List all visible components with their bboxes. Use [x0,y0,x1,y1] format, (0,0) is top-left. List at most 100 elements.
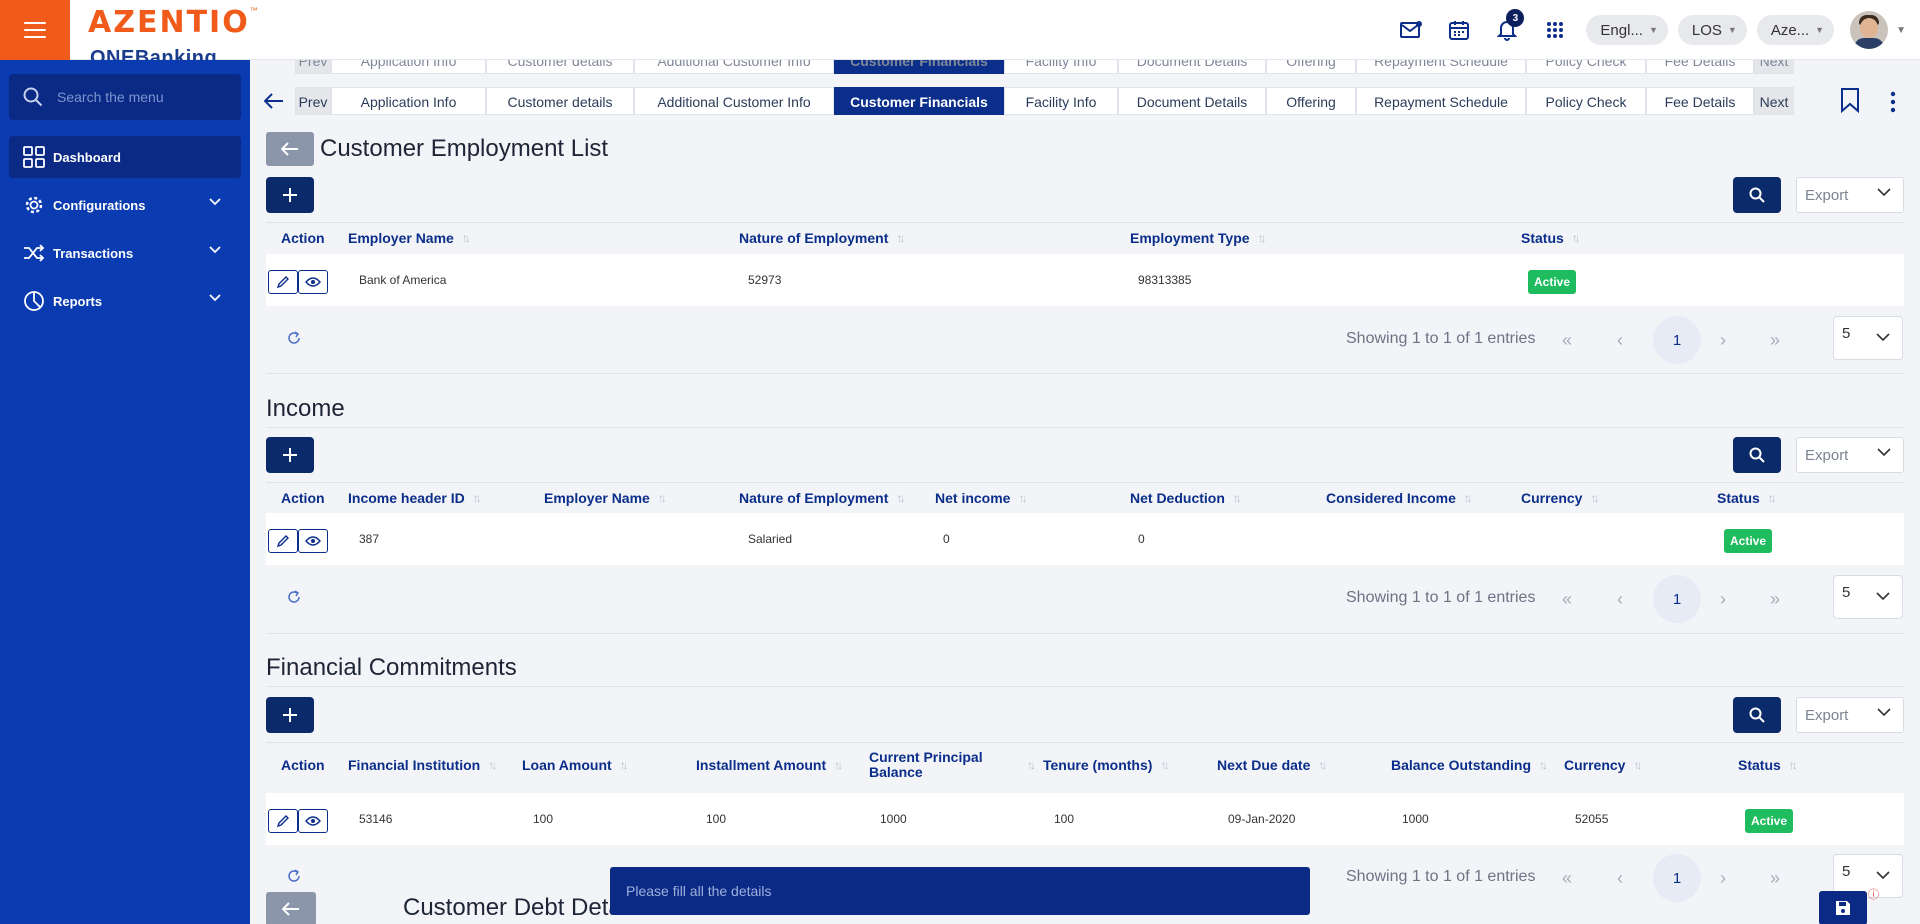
employment-search-button[interactable] [1733,177,1781,213]
current-page[interactable]: 1 [1653,316,1701,364]
edit-button[interactable] [268,270,298,294]
tab-offering[interactable]: Offering [1266,87,1356,115]
employment-export-select[interactable]: Export [1796,177,1904,213]
column-header[interactable]: Balance Outstanding ↑↓ [1391,743,1548,787]
edit-button[interactable] [268,529,298,553]
next-page-button[interactable]: › [1709,864,1737,892]
sidebar-item-transactions[interactable]: Transactions [9,232,241,274]
page-size-select[interactable]: 5 [1833,316,1903,360]
column-header[interactable]: Financial Institution ↑↓ [348,743,497,787]
avatar-caret-down-icon[interactable]: ▼ [1896,25,1906,36]
column-header[interactable]: Installment Amount ↑↓ [696,743,843,787]
back-button[interactable] [266,132,314,166]
view-button[interactable] [298,529,328,553]
first-page-button[interactable]: « [1553,585,1581,613]
prev-page-button[interactable]: ‹ [1606,326,1634,354]
bookmark-icon[interactable] [1840,87,1860,113]
save-button[interactable] [1819,891,1867,924]
view-button[interactable] [298,270,328,294]
caret-down-icon: ▼ [1648,25,1658,35]
last-page-button[interactable]: » [1761,864,1789,892]
tab-policy-check[interactable]: Policy Check [1526,87,1646,115]
add-income-button[interactable] [266,437,314,473]
sidebar-item-dashboard[interactable]: Dashboard [9,136,241,178]
sidebar-item-reports[interactable]: Reports [9,280,241,322]
export-label: Export [1805,186,1849,204]
column-header[interactable]: Currency ↑↓ [1564,743,1642,787]
sidebar-item-configurations[interactable]: Configurations [9,184,241,226]
tab-next[interactable]: Next [1754,87,1794,115]
loan-amount-cell: 100 [533,812,554,826]
column-header[interactable]: Employer Name ↑↓ [348,223,471,253]
tab-customer-financials[interactable]: Customer Financials [834,87,1004,115]
hamburger-menu-button[interactable] [0,0,70,60]
next-page-button[interactable]: › [1709,326,1737,354]
current-page[interactable]: 1 [1653,575,1701,623]
notification-bell-icon[interactable]: 3 [1490,9,1525,47]
last-page-button[interactable]: » [1761,585,1789,613]
column-header[interactable]: Tenure (months) ↑↓ [1043,743,1169,787]
bottom-back-button[interactable] [266,892,316,924]
column-header[interactable]: Employer Name ↑↓ [544,483,667,513]
apps-grid-icon[interactable] [1538,13,1572,47]
edit-button[interactable] [268,809,298,833]
column-header[interactable]: Net income ↑↓ [935,483,1027,513]
sort-icon: ↑↓ [1318,757,1327,772]
tab-document-details[interactable]: Document Details [1118,87,1266,115]
sort-icon: ↑↓ [488,757,497,772]
view-button[interactable] [298,809,328,833]
prev-page-button[interactable]: ‹ [1606,864,1634,892]
column-header[interactable]: Current Principal Balance ↑↓ [869,743,1044,787]
page-size-select[interactable]: 5 [1833,575,1903,619]
tab-customer-details[interactable]: Customer details [486,87,634,115]
column-header[interactable]: Status ↑↓ [1521,223,1581,253]
column-header[interactable]: Next Due date ↑↓ [1217,743,1327,787]
prev-page-button[interactable]: ‹ [1606,585,1634,613]
sort-icon: ↑↓ [1571,230,1581,245]
column-header[interactable]: Employment Type ↑↓ [1130,223,1267,253]
mail-icon[interactable] [1394,13,1428,47]
module-select[interactable]: LOS ▼ [1677,15,1747,45]
column-header[interactable]: Nature of Employment ↑↓ [739,483,905,513]
calendar-icon[interactable] [1442,13,1476,47]
back-arrow-icon[interactable] [262,87,286,115]
user-avatar[interactable] [1850,11,1889,49]
language-select[interactable]: Engl... ▼ [1586,15,1668,45]
column-header[interactable]: Considered Income ↑↓ [1326,483,1473,513]
add-commitment-button[interactable] [266,697,314,733]
sidebar-item-label: Configurations [53,197,146,213]
column-header[interactable]: Currency ↑↓ [1521,483,1599,513]
next-page-button[interactable]: › [1709,585,1737,613]
employment-section-title: Customer Employment List [320,135,609,162]
tab-additional-customer-info[interactable]: Additional Customer Info [634,87,834,115]
tab-repayment-schedule[interactable]: Repayment Schedule [1356,87,1526,115]
column-header[interactable]: Income header ID ↑↓ [348,483,482,513]
income-search-button[interactable] [1733,437,1781,473]
column-header: Action [281,489,325,506]
tab-fee-details[interactable]: Fee Details [1646,87,1754,115]
add-employment-button[interactable] [266,177,314,213]
column-header[interactable]: Nature of Employment ↑↓ [739,223,905,253]
column-header[interactable]: Loan Amount ↑↓ [522,743,629,787]
currency-cell: 52055 [1575,812,1609,826]
more-vertical-icon[interactable] [1890,91,1896,113]
first-page-button[interactable]: « [1553,864,1581,892]
last-page-button[interactable]: » [1761,326,1789,354]
entity-select[interactable]: Aze... ▼ [1756,15,1835,45]
commitments-export-select[interactable]: Export [1796,697,1904,733]
menu-search-input[interactable] [57,89,227,105]
first-page-button[interactable]: « [1553,326,1581,354]
current-page[interactable]: 1 [1653,854,1701,902]
tab-prev[interactable]: Prev [295,87,331,115]
tab-application-info[interactable]: Application Info [331,87,486,115]
commitments-search-button[interactable] [1733,697,1781,733]
refresh-icon[interactable] [286,589,302,605]
refresh-icon[interactable] [286,330,302,346]
refresh-icon[interactable] [286,868,302,884]
column-header[interactable]: Status ↑↓ [1717,483,1777,513]
income-export-select[interactable]: Export [1796,437,1904,473]
column-header[interactable]: Net Deduction ↑↓ [1130,483,1242,513]
column-header[interactable]: Status ↑↓ [1738,743,1798,787]
sidebar: Dashboard Configurations Transactions Re… [0,60,250,924]
tab-facility-info[interactable]: Facility Info [1004,87,1118,115]
